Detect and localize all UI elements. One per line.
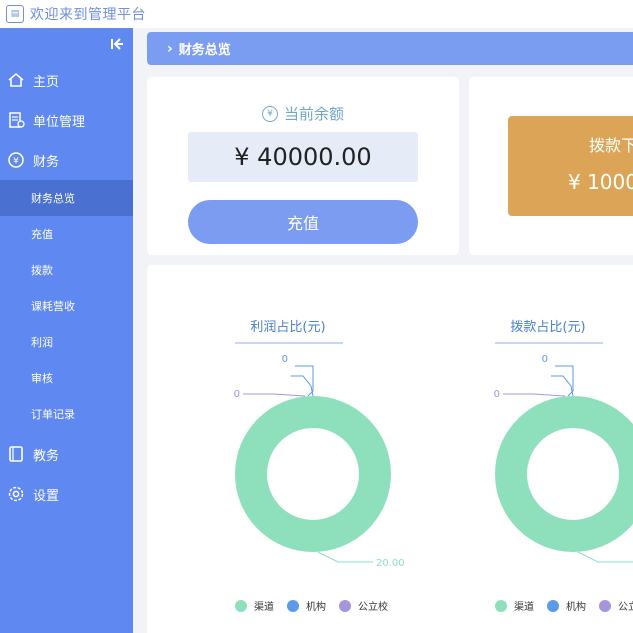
title-bar: ▤ 欢迎来到管理平台 <box>0 0 633 28</box>
sidebar-item-review[interactable]: 审核 <box>0 360 133 396</box>
app-logo-icon: ▤ <box>6 5 24 23</box>
sidebar-item-label: 主页 <box>33 74 60 90</box>
chevron-right-icon: › <box>167 40 173 57</box>
sidebar-item-label: 利润 <box>31 336 53 349</box>
legend-swatch <box>287 600 299 612</box>
balance-label-row: ¥ 当前余额 <box>147 103 459 124</box>
allocation-amount: ¥ 1000 <box>568 170 633 194</box>
chart-title: 利润占比(元) <box>250 320 325 335</box>
legend-swatch <box>547 600 559 612</box>
sidebar-item-label: 设置 <box>33 488 60 504</box>
data-label: 0 <box>282 354 288 365</box>
sidebar-item-label: 订单记录 <box>31 408 75 421</box>
sidebar-item-label: 充值 <box>31 228 53 241</box>
legend-label: 渠道 <box>514 600 534 613</box>
legend-label: 公立校 <box>618 600 633 613</box>
balance-label: 当前余额 <box>283 105 344 123</box>
data-label: 0 <box>234 389 240 400</box>
allocation-panel: 拨款下 ¥ 1000 <box>508 116 633 216</box>
chart-title: 拨款占比(元) <box>510 320 585 335</box>
sidebar-item-academic[interactable]: 教务 <box>0 436 133 472</box>
charts-canvas: 利润占比(元)0020.00渠道机构公立校拨款占比(元)001渠道机构公立校 <box>234 320 633 613</box>
document-icon <box>7 111 25 129</box>
sidebar-item-label: 财务 <box>33 154 60 170</box>
leader-line <box>317 551 373 563</box>
data-label: 20.00 <box>376 558 405 569</box>
sidebar-item-orders[interactable]: 订单记录 <box>0 396 133 432</box>
balance-card: ¥ 当前余额 ¥ 40000.00 充值 <box>147 77 459 255</box>
legend-swatch <box>495 600 507 612</box>
collapse-left-icon[interactable] <box>109 36 125 52</box>
sidebar-item-label: 单位管理 <box>33 114 86 130</box>
sidebar-item-allocation[interactable]: 拨款 <box>0 252 133 288</box>
sidebar-item-home[interactable]: 主页 <box>0 62 133 98</box>
yen-circle-icon: ¥ <box>261 105 278 122</box>
data-label: 0 <box>542 354 548 365</box>
home-icon <box>7 71 25 89</box>
sidebar-item-recharge[interactable]: 充值 <box>0 216 133 252</box>
main-content: › 财务总览 ¥ 当前余额 ¥ 40000.00 充值 拨款下 ¥ 1000 利… <box>133 28 633 633</box>
recharge-button[interactable]: 充值 <box>188 200 418 244</box>
charts-card: 利润占比(元)0020.00渠道机构公立校拨款占比(元)001渠道机构公立校 <box>147 265 633 633</box>
allocation-title: 拨款下 <box>589 136 633 155</box>
leader-line <box>551 375 574 397</box>
sidebar-item-settings[interactable]: 设置 <box>0 476 133 512</box>
sidebar-item-label: 教务 <box>33 448 60 464</box>
sidebar-item-label: 课耗营收 <box>31 300 75 313</box>
legend-swatch <box>599 600 611 612</box>
legend-label: 公立校 <box>358 600 388 613</box>
sidebar-item-profit[interactable]: 利润 <box>0 324 133 360</box>
leader-line <box>555 365 574 397</box>
leader-line <box>295 365 314 397</box>
leader-line <box>243 393 306 397</box>
legend-swatch <box>235 600 247 612</box>
book-icon <box>7 445 25 463</box>
leader-line <box>577 551 633 563</box>
sidebar-item-units[interactable]: 单位管理 <box>0 102 133 138</box>
data-label: 0 <box>494 389 500 400</box>
legend-label: 机构 <box>306 600 326 613</box>
sidebar-item-label: 财务总览 <box>31 192 75 205</box>
sidebar-item-label: 拨款 <box>31 264 53 277</box>
legend-swatch <box>339 600 351 612</box>
leader-line <box>503 393 566 397</box>
yen-circle-icon: ¥ <box>7 151 25 169</box>
app-title: 欢迎来到管理平台 <box>30 7 146 23</box>
legend-label: 机构 <box>566 600 586 613</box>
sidebar-item-course-revenue[interactable]: 课耗营收 <box>0 288 133 324</box>
svg-text:¥: ¥ <box>13 157 19 167</box>
app-window: ▤ 欢迎来到管理平台 主页 单位管理 ¥ 财务 财务总览 充值 拨款 课耗营收 … <box>0 0 633 633</box>
leader-line <box>291 375 314 397</box>
breadcrumb: › 财务总览 <box>147 32 633 65</box>
sidebar-item-finance-overview[interactable]: 财务总览 <box>0 180 133 216</box>
legend-label: 渠道 <box>254 600 274 613</box>
breadcrumb-label: 财务总览 <box>178 43 231 58</box>
allocation-card: 拨款下 ¥ 1000 <box>469 77 633 255</box>
pie-slice <box>235 396 391 552</box>
balance-amount: ¥ 40000.00 <box>188 132 418 182</box>
pie-slice <box>495 396 633 552</box>
sidebar: 主页 单位管理 ¥ 财务 财务总览 充值 拨款 课耗营收 利润 审核 订单记录 … <box>0 28 133 633</box>
sidebar-item-finance[interactable]: ¥ 财务 <box>0 142 133 178</box>
gear-icon <box>7 485 25 503</box>
sidebar-item-label: 审核 <box>31 372 53 385</box>
